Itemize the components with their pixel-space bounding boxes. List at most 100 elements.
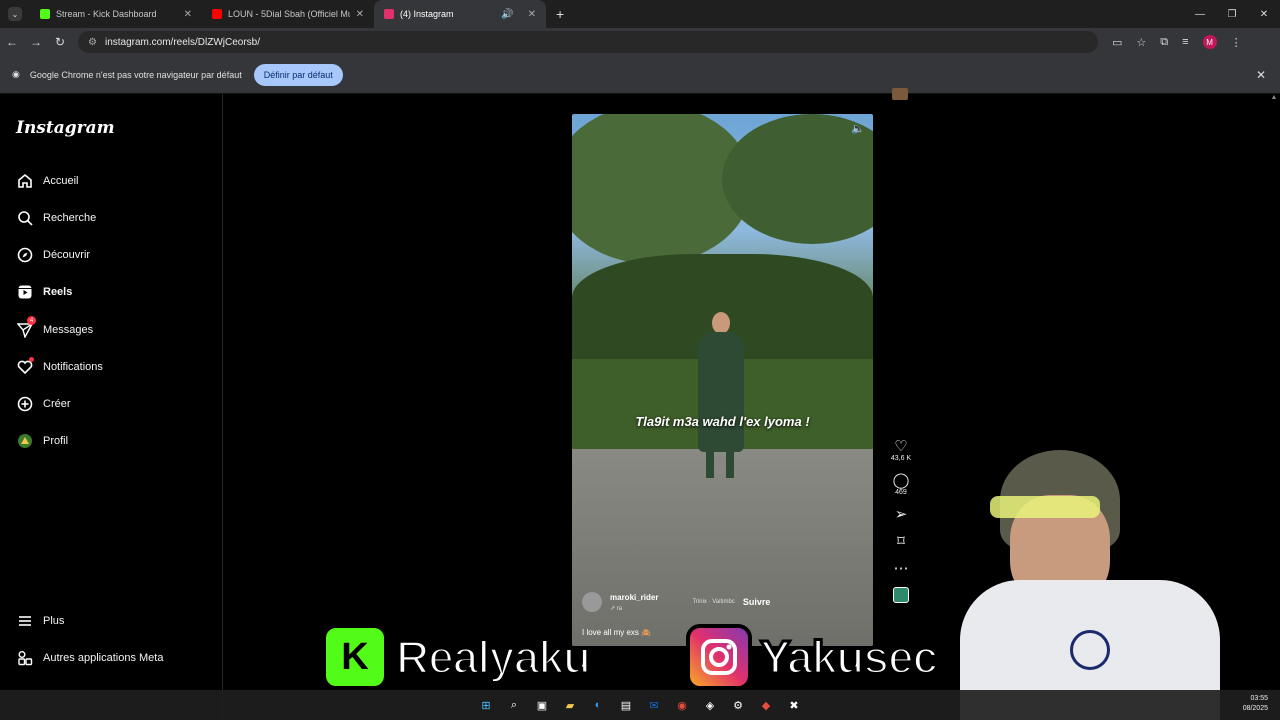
glasses xyxy=(990,496,1100,518)
more-dots-icon[interactable]: ⋯ xyxy=(894,560,909,577)
edge-icon[interactable]: ◐ xyxy=(589,696,607,714)
more-action[interactable]: ⋯ xyxy=(894,560,909,577)
save-action[interactable]: ⌑ xyxy=(897,533,905,550)
mute-icon[interactable]: 🔈 xyxy=(851,122,865,135)
reel-video[interactable]: 🔈 Tla9it m3a wahd l'ex lyoma ! maroki_ri… xyxy=(572,114,873,646)
sidebar-item-creer[interactable]: Créer xyxy=(16,395,71,412)
like-action[interactable]: ♡ 43,6 K xyxy=(891,438,911,462)
audio-thumbnail[interactable] xyxy=(893,587,909,603)
site-info-icon[interactable]: ⚙ xyxy=(88,37,97,48)
instagram-logo[interactable]: Instagram xyxy=(16,118,115,138)
previous-reel-thumbnail[interactable] xyxy=(892,88,908,100)
reel-author-row: maroki_rider ↗ ra Trinix · Vaitimbc Suiv… xyxy=(582,592,770,612)
instagram-sidebar: Instagram Accueil Recherche Découvrir Re… xyxy=(0,94,223,720)
follow-button[interactable]: Suivre xyxy=(743,597,771,607)
sidebar-item-reels[interactable]: Reels xyxy=(16,283,72,300)
comment-action[interactable]: ◯ 469 xyxy=(893,472,910,496)
clock-time: 03:55 xyxy=(1250,695,1268,702)
share-action[interactable]: ➢ xyxy=(895,506,908,523)
url-text: instagram.com/reels/DlZWjCeorsb/ xyxy=(104,36,261,48)
sidebar-item-label: Autres applications Meta xyxy=(43,651,164,664)
instagram-logo-icon xyxy=(686,624,752,690)
send-icon[interactable]: ➢ xyxy=(895,506,908,523)
media-icon[interactable]: ≡ xyxy=(1182,36,1188,48)
windows-start-icon[interactable]: ⊞ xyxy=(477,696,495,714)
outlook-icon[interactable]: ✉ xyxy=(645,696,663,714)
search-icon[interactable]: ⌕ xyxy=(505,696,523,714)
cast-icon[interactable]: ▭ xyxy=(1112,36,1122,49)
comments-count: 469 xyxy=(895,489,907,496)
extensions-icon[interactable]: ⧉ xyxy=(1160,36,1168,49)
profile-avatar[interactable]: M xyxy=(1202,35,1217,49)
notification-dot xyxy=(29,357,34,362)
menu-dots-icon[interactable]: ⋮ xyxy=(1231,36,1242,49)
close-icon[interactable]: ✕ xyxy=(184,9,192,20)
audio-track[interactable]: Trinix · Vaitimbc xyxy=(692,599,734,605)
file-explorer-icon[interactable]: ▰ xyxy=(561,696,579,714)
sidebar-item-notifications[interactable]: Notifications xyxy=(16,357,103,375)
sidebar-item-plus[interactable]: Plus xyxy=(16,612,64,629)
close-window-icon[interactable]: ✕ xyxy=(1248,0,1280,28)
author-username[interactable]: maroki_rider xyxy=(610,593,658,602)
sidebar-item-meta-apps[interactable]: Autres applications Meta xyxy=(16,649,163,666)
video-caption-overlay: Tla9it m3a wahd l'ex lyoma ! xyxy=(635,414,810,429)
close-icon[interactable]: ✕ xyxy=(356,9,364,20)
youtube-favicon-icon xyxy=(212,9,222,19)
tab-kick[interactable]: Stream - Kick Dashboard ✕ xyxy=(30,0,202,28)
heart-icon xyxy=(16,357,34,375)
chrome-icon[interactable]: ◉ xyxy=(673,696,691,714)
sidebar-item-decouvrir[interactable]: Découvrir xyxy=(16,246,90,263)
set-default-button[interactable]: Définir par défaut xyxy=(253,63,343,86)
sidebar-item-label: Reels xyxy=(43,285,73,298)
windows-taskbar: ⊞ ⌕ ▣ ▰ ◐ ▤ ✉ ◉ ◈ ⚙ ◆ ✖ xyxy=(0,690,1280,720)
back-icon[interactable]: ← xyxy=(0,35,24,49)
messenger-icon: 4 xyxy=(16,316,36,338)
bookmark-icon[interactable]: ⌑ xyxy=(897,533,905,550)
new-tab-button[interactable]: + xyxy=(556,6,564,22)
forward-icon[interactable]: → xyxy=(24,35,48,49)
minimize-icon[interactable]: — xyxy=(1184,0,1216,28)
page-scrollbar[interactable]: ▲ xyxy=(1268,94,1280,690)
kick-favicon-icon xyxy=(40,9,50,19)
task-view-icon[interactable]: ▣ xyxy=(533,696,551,714)
sidebar-item-label: Découvrir xyxy=(43,248,91,261)
system-clock[interactable]: 03:55 08/2025 xyxy=(1243,694,1268,714)
author-avatar[interactable] xyxy=(582,592,602,612)
speaker-icon[interactable]: 🔊 xyxy=(501,9,513,20)
comment-icon[interactable]: ◯ xyxy=(893,472,910,489)
sidebar-item-accueil[interactable]: Accueil xyxy=(16,172,78,189)
sidebar-item-label: Plus xyxy=(43,614,65,627)
sidebar-item-label: Messages xyxy=(43,323,94,336)
store-icon[interactable]: ▤ xyxy=(617,696,635,714)
tab-title: LOUN - 5Dial Sbah (Officiel Mu xyxy=(228,9,350,19)
tab-youtube[interactable]: LOUN - 5Dial Sbah (Officiel Mu ✕ xyxy=(202,0,374,28)
settings-icon[interactable]: ⚙ xyxy=(729,696,747,714)
instagram-favicon-icon xyxy=(384,9,394,19)
tab-title: (4) Instagram xyxy=(400,9,454,19)
app-red-icon[interactable]: ◆ xyxy=(757,696,775,714)
sidebar-item-recherche[interactable]: Recherche xyxy=(16,209,96,226)
tab-instagram[interactable]: (4) Instagram 🔊 ✕ xyxy=(374,0,546,28)
close-icon[interactable]: ✕ xyxy=(1256,68,1266,82)
window-controls: — ❐ ✕ xyxy=(1184,0,1280,28)
app-icon[interactable]: ◈ xyxy=(701,696,719,714)
kick-username: Realyaku xyxy=(394,630,592,685)
likes-count: 43,6 K xyxy=(890,455,912,462)
heart-icon[interactable]: ♡ xyxy=(894,438,907,455)
sidebar-item-messages[interactable]: 4 Messages xyxy=(16,316,94,338)
restore-icon[interactable]: ❐ xyxy=(1216,0,1248,28)
infobar-message: Google Chrome n'est pas votre navigateur… xyxy=(29,69,242,80)
reels-icon xyxy=(16,283,33,300)
sidebar-item-profil[interactable]: Profil xyxy=(16,432,68,449)
tab-search-button[interactable]: ⌄ xyxy=(8,7,22,21)
sidebar-item-label: Accueil xyxy=(43,174,79,187)
bookmark-star-icon[interactable]: ☆ xyxy=(1136,36,1146,49)
xbox-icon[interactable]: ✖ xyxy=(785,696,803,714)
scroll-up-icon[interactable]: ▲ xyxy=(1268,94,1280,101)
chrome-icon: ◉ xyxy=(12,69,20,79)
tab-strip: ⌄ Stream - Kick Dashboard ✕ LOUN - 5Dial… xyxy=(0,0,1280,28)
close-icon[interactable]: ✕ xyxy=(528,9,536,20)
url-input[interactable]: ⚙ instagram.com/reels/DlZWjCeorsb/ xyxy=(78,31,1098,53)
sidebar-item-label: Créer xyxy=(43,397,71,410)
reload-icon[interactable]: ↻ xyxy=(48,35,72,49)
